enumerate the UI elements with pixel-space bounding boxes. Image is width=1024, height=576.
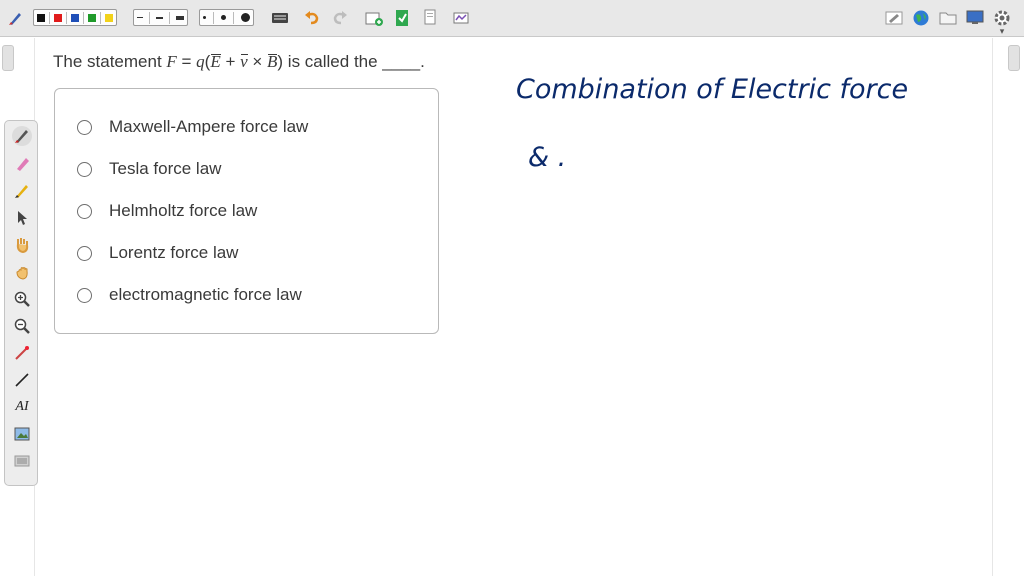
- copy-page-icon[interactable]: [420, 8, 440, 28]
- answer-options-box: Maxwell-Ampere force law Tesla force law…: [54, 88, 439, 334]
- grab-hand-icon[interactable]: [12, 262, 32, 282]
- handwriting-line-1-text: Combination of Electric force: [516, 74, 908, 105]
- question-text: The statement F = q(E + v × B) is called…: [53, 52, 425, 72]
- line-thin-option[interactable]: [137, 17, 144, 18]
- radio-button[interactable]: [77, 245, 92, 261]
- equals-sign: =: [176, 52, 197, 71]
- left-scroll-handle[interactable]: [2, 45, 14, 71]
- answer-label: Maxwell-Ampere force law: [109, 117, 309, 136]
- zoom-out-icon[interactable]: [12, 316, 32, 336]
- answer-label: Tesla force law: [109, 159, 222, 178]
- force-symbol: F: [166, 52, 177, 71]
- page-right-edge: [992, 38, 993, 576]
- line-thick-option[interactable]: [176, 15, 185, 20]
- zoom-in-icon[interactable]: [12, 289, 32, 309]
- handwriting-line-1: Combination of Electric force: [516, 74, 908, 105]
- pen-icon[interactable]: [12, 126, 32, 146]
- charge-symbol: q: [196, 52, 205, 71]
- undo-icon[interactable]: [302, 8, 322, 28]
- tool-palette: AI: [4, 120, 38, 486]
- settings-dropdown-icon[interactable]: ▾: [994, 26, 1010, 36]
- pen-color-group: [33, 9, 117, 26]
- radio-button[interactable]: [77, 161, 92, 177]
- handwriting-line-2-text: & .: [528, 142, 566, 173]
- pan-hand-icon[interactable]: [12, 235, 32, 255]
- answer-option[interactable]: Tesla force law: [77, 159, 221, 179]
- radio-button[interactable]: [77, 287, 92, 303]
- more-icon[interactable]: [12, 451, 32, 471]
- paste-page-icon[interactable]: [451, 8, 471, 28]
- plus-sign: +: [220, 52, 241, 71]
- pointer-icon[interactable]: [12, 208, 32, 228]
- color-black-swatch[interactable]: [37, 13, 45, 22]
- answer-option[interactable]: Helmholtz force law: [77, 201, 257, 221]
- pen-settings-icon[interactable]: [6, 8, 26, 28]
- line-icon[interactable]: [12, 370, 32, 390]
- handwriting-line-2: & .: [528, 142, 566, 173]
- dot-large-option[interactable]: [241, 13, 250, 22]
- handwriting-icon[interactable]: [884, 8, 904, 28]
- top-toolbar: ▾: [0, 0, 1024, 37]
- image-icon[interactable]: [12, 424, 32, 444]
- line-medium-option[interactable]: [156, 16, 164, 19]
- dot-small-option[interactable]: [203, 16, 206, 19]
- right-scroll-handle[interactable]: [1008, 45, 1020, 71]
- dot-size-group: [199, 9, 254, 26]
- laser-icon[interactable]: [12, 343, 32, 363]
- question-prefix: The statement: [53, 52, 167, 71]
- screen-icon[interactable]: [965, 8, 985, 28]
- folder-icon[interactable]: [938, 8, 958, 28]
- velocity-symbol: v: [240, 52, 248, 71]
- color-red-swatch[interactable]: [54, 13, 62, 22]
- electric-field-symbol: E: [210, 52, 222, 71]
- color-green-swatch[interactable]: [88, 13, 96, 22]
- insert-file-icon[interactable]: [392, 8, 412, 28]
- color-yellow-swatch[interactable]: [105, 13, 113, 22]
- line-style-group: [133, 9, 188, 26]
- keyboard-icon[interactable]: [270, 8, 290, 28]
- dot-medium-option[interactable]: [221, 15, 226, 20]
- answer-option[interactable]: Maxwell-Ampere force law: [77, 117, 308, 137]
- answer-label: Lorentz force law: [109, 243, 239, 262]
- add-page-icon[interactable]: [364, 8, 384, 28]
- color-blue-swatch[interactable]: [71, 13, 79, 22]
- globe-icon[interactable]: [911, 8, 931, 28]
- cross-sign: ×: [247, 52, 268, 71]
- text-icon[interactable]: AI: [12, 397, 32, 417]
- answer-label: electromagnetic force law: [109, 285, 302, 304]
- radio-button[interactable]: [77, 203, 92, 219]
- question-suffix: is called the ____.: [283, 52, 425, 71]
- radio-button[interactable]: [77, 119, 92, 135]
- eraser-icon[interactable]: [12, 181, 32, 201]
- handwritten-notes: Combination of Electric force & .: [516, 74, 908, 173]
- redo-icon[interactable]: [330, 8, 350, 28]
- magnetic-field-symbol: B: [267, 52, 278, 71]
- answer-label: Helmholtz force law: [109, 201, 258, 220]
- highlighter-icon[interactable]: [12, 154, 32, 174]
- answer-option[interactable]: electromagnetic force law: [77, 285, 302, 305]
- answer-option[interactable]: Lorentz force law: [77, 243, 238, 263]
